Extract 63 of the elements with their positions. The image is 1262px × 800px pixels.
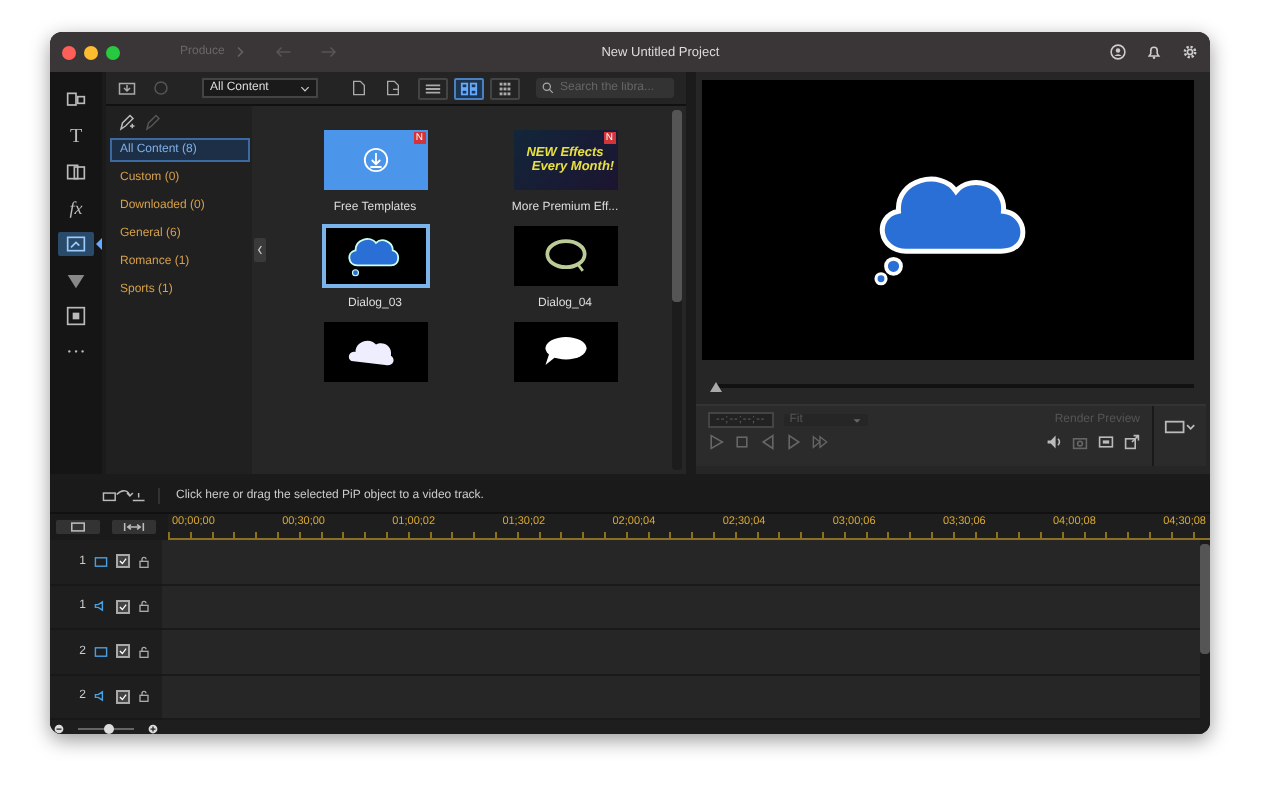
previous-frame-icon[interactable]	[760, 434, 776, 450]
fx-tab[interactable]: fx	[58, 196, 94, 220]
account-icon[interactable]	[1110, 44, 1126, 60]
display-mode-icon[interactable]	[1164, 418, 1196, 436]
scrollbar-thumb[interactable]	[672, 110, 682, 302]
template-thumbnail[interactable]	[513, 226, 617, 286]
pip-insert-icon[interactable]	[102, 488, 160, 504]
scrollbar-thumb[interactable]	[1200, 544, 1210, 654]
track-lane[interactable]	[162, 585, 1200, 630]
close-button[interactable]	[62, 45, 76, 59]
grid-view-button[interactable]	[454, 77, 484, 99]
next-frame-icon[interactable]	[786, 434, 802, 450]
speaker-icon	[94, 690, 108, 703]
template-thumbnail[interactable]	[323, 226, 427, 286]
lock-icon[interactable]	[138, 645, 150, 658]
chevron-right-icon	[236, 46, 247, 58]
camera-icon[interactable]	[1072, 434, 1088, 450]
new-file-icon[interactable]	[350, 80, 368, 96]
import-icon[interactable]	[118, 80, 136, 96]
media-icon	[66, 90, 86, 110]
track-checkbox[interactable]	[116, 554, 130, 569]
tag-file-icon[interactable]	[384, 80, 402, 96]
lock-icon[interactable]	[138, 600, 150, 613]
template-thumbnail[interactable]	[323, 322, 427, 382]
add-category-icon[interactable]	[118, 114, 136, 132]
external-window-icon[interactable]	[1124, 434, 1140, 450]
picture-icon	[66, 234, 86, 254]
bell-icon[interactable]	[1146, 44, 1162, 60]
chevron-left-icon	[256, 244, 264, 256]
small-grid-view-button[interactable]	[490, 77, 520, 99]
track-checkbox[interactable]	[116, 689, 130, 704]
zoom-in-icon[interactable]	[148, 724, 158, 734]
settings-icon[interactable]	[1182, 44, 1198, 60]
transition-icon	[66, 162, 86, 182]
stop-icon[interactable]	[734, 434, 750, 450]
template-thumbnail[interactable]	[513, 322, 617, 382]
download-icon	[361, 146, 389, 174]
video-track-icon	[94, 645, 108, 658]
speaker-icon	[94, 600, 108, 613]
list-view-button[interactable]	[418, 77, 448, 99]
triangle-icon	[66, 270, 86, 290]
track-lane[interactable]	[162, 630, 1200, 675]
fast-forward-icon[interactable]	[812, 434, 828, 450]
lock-icon[interactable]	[138, 555, 150, 568]
track-checkbox[interactable]	[116, 644, 130, 659]
screen-icon[interactable]	[1098, 434, 1114, 450]
track-manager-button[interactable]	[56, 520, 100, 534]
volume-icon[interactable]	[1046, 434, 1062, 450]
zoom-button[interactable]	[106, 45, 120, 59]
track-lane[interactable]	[162, 540, 1200, 585]
zoom-out-icon[interactable]	[54, 724, 64, 734]
minimize-button[interactable]	[84, 45, 98, 59]
title-tab[interactable]: T	[58, 124, 94, 148]
caret-down-icon	[851, 417, 862, 423]
chevron-down-icon	[300, 85, 310, 91]
video-track-icon	[94, 555, 108, 568]
track-checkbox[interactable]	[116, 599, 130, 614]
collapse-button[interactable]	[254, 238, 266, 262]
frame-icon	[66, 306, 86, 326]
play-icon[interactable]	[708, 434, 724, 450]
fit-timeline-button[interactable]	[112, 520, 156, 534]
lock-icon[interactable]	[138, 690, 150, 703]
more-tab[interactable]: ···	[58, 340, 94, 364]
